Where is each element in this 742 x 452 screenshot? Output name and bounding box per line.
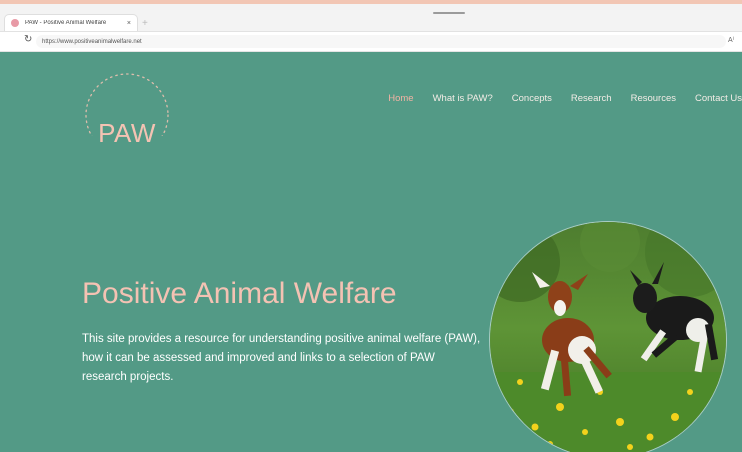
reload-icon[interactable]: ↻ (24, 34, 32, 45)
url-text: https://www.positiveanimalwelfare.net (42, 38, 142, 45)
site-page: PAW Home What is PAW? Concepts Research … (0, 52, 742, 452)
nav-what-is-paw[interactable]: What is PAW? (433, 93, 493, 104)
nav-research[interactable]: Research (571, 93, 612, 104)
close-icon[interactable]: × (127, 20, 131, 27)
browser-tab[interactable]: PAW - Positive Animal Welfare × (4, 14, 138, 31)
read-aloud-icon[interactable]: A⁾ (728, 36, 734, 44)
nav-home[interactable]: Home (388, 93, 413, 104)
paw-favicon-icon (11, 19, 19, 27)
address-bar: ↻ https://www.positiveanimalwelfare.net … (0, 32, 742, 52)
browser-tab-bar: PAW - Positive Animal Welfare × + (0, 4, 742, 32)
nav-resources[interactable]: Resources (631, 93, 676, 104)
hero-description: This site provides a resource for unders… (82, 333, 481, 383)
site-logo[interactable]: PAW (80, 70, 174, 148)
url-input[interactable]: https://www.positiveanimalwelfare.net (36, 35, 726, 48)
nav-contact-us[interactable]: Contact Us (695, 93, 742, 104)
main-nav: Home What is PAW? Concepts Research Reso… (369, 93, 742, 104)
new-tab-button[interactable]: + (142, 18, 148, 29)
logo-text: PAW (98, 118, 156, 148)
nav-concepts[interactable]: Concepts (512, 93, 552, 104)
tab-title: PAW - Positive Animal Welfare (25, 20, 107, 26)
hero-title: Positive Animal Welfare (82, 277, 397, 310)
hero-goats-image (490, 222, 726, 452)
window-drag-handle[interactable] (433, 12, 465, 14)
